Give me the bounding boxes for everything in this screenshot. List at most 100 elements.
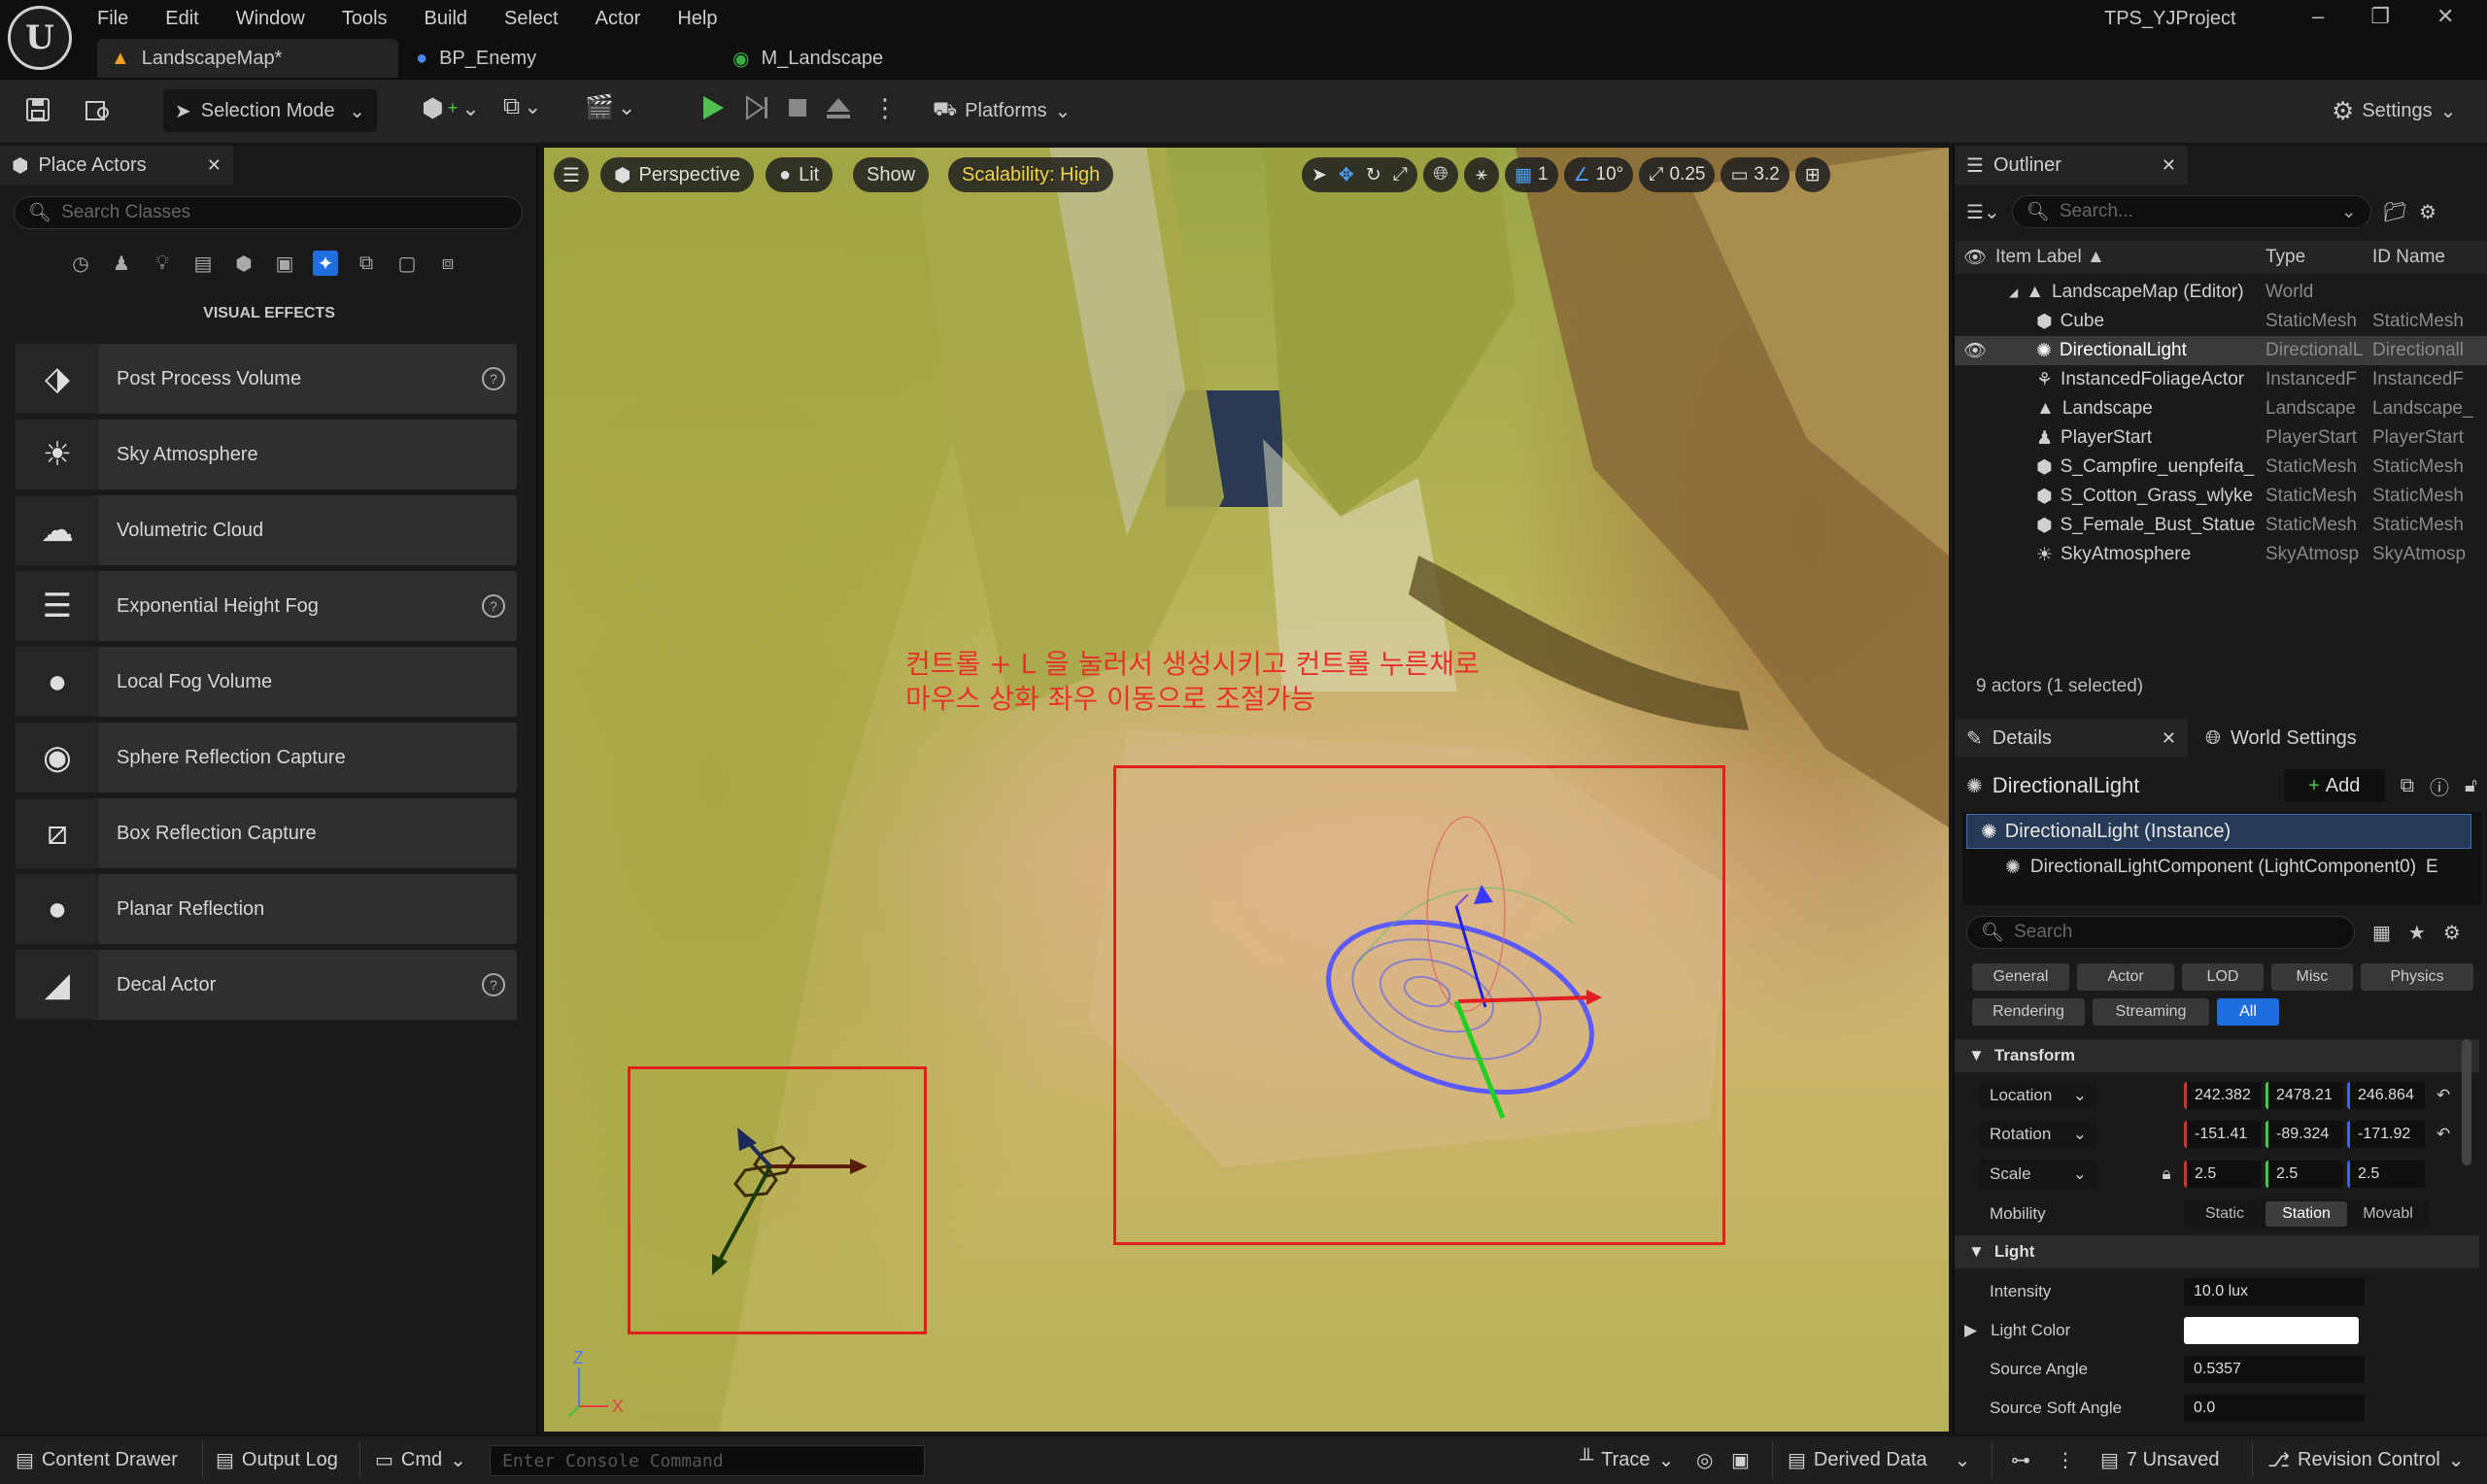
all-classes-icon[interactable]: ▢: [394, 251, 420, 276]
world-local-icon[interactable]: 🌐︎: [1422, 157, 1458, 192]
outliner-row[interactable]: ⚘ InstancedFoliageActor InstancedF Instance…: [1955, 365, 2487, 394]
blueprint-icon[interactable]: ⧉: [2401, 775, 2414, 797]
light-color-swatch[interactable]: [2184, 1317, 2359, 1344]
shapes-icon[interactable]: ⬢: [231, 251, 256, 276]
translate-gizmo[interactable]: [630, 1069, 930, 1337]
scale-y-field[interactable]: 2.5: [2266, 1161, 2343, 1188]
section-transform[interactable]: ▼ Transform: [1955, 1039, 2479, 1072]
outliner-row[interactable]: ♟ PlayerStart PlayerStart PlayerStart: [1955, 423, 2487, 453]
tab-outliner[interactable]: ☰ Outliner ✕: [1955, 146, 2188, 185]
outliner-row[interactable]: ☀ SkyAtmosphere SkyAtmosp SkyAtmosp: [1955, 540, 2487, 569]
lock-icon[interactable]: 🔒︎: [2149, 1164, 2184, 1184]
filter-actor[interactable]: Actor: [2077, 963, 2174, 991]
derived-data-dropdown[interactable]: ▤ Derived Data ⌄: [1788, 1435, 1970, 1484]
help-icon[interactable]: ?: [482, 594, 505, 618]
cinematics-icon[interactable]: 🎬 ⌄: [585, 93, 635, 121]
level-viewport[interactable]: ☰ ⬢ Perspective ● Lit Show Scalability: …: [544, 148, 1949, 1432]
directional-light-gizmo[interactable]: [1116, 768, 1728, 1248]
more-options-icon[interactable]: ⋮: [2056, 1435, 2075, 1484]
col-item-label[interactable]: Item Label ▲: [1995, 247, 2266, 268]
rotation-snap-toggle[interactable]: ∠ 10°: [1563, 157, 1634, 192]
record-icon[interactable]: ◎: [1696, 1435, 1713, 1484]
platforms-dropdown[interactable]: ⛟ Platforms ⌄: [933, 89, 1071, 132]
outliner-row[interactable]: ⬢ Cube StaticMesh StaticMesh: [1955, 307, 2487, 336]
mobility-static[interactable]: Static: [2184, 1205, 2266, 1223]
filter-lod[interactable]: LOD: [2182, 963, 2264, 991]
menu-select[interactable]: Select: [504, 4, 559, 30]
screenshot-icon[interactable]: ▣: [1731, 1435, 1750, 1484]
close-icon[interactable]: ✕: [207, 155, 221, 176]
recent-icon[interactable]: ◷: [68, 251, 93, 276]
tab-bp-enemy[interactable]: ● BP_Enemy: [402, 39, 713, 78]
source-control-icon[interactable]: ⊶: [2011, 1435, 2030, 1484]
filter-rendering[interactable]: Rendering: [1972, 998, 2085, 1026]
reset-icon[interactable]: ↶: [2436, 1125, 2450, 1144]
actor-sphere-reflection-capture[interactable]: ◉ Sphere Reflection Capture: [16, 723, 517, 793]
mobility-movable[interactable]: Movabl: [2347, 1205, 2429, 1223]
close-icon[interactable]: ✕: [2162, 728, 2176, 749]
location-z-field[interactable]: 246.864: [2347, 1082, 2425, 1109]
menu-tools[interactable]: Tools: [342, 4, 388, 30]
location-x-field[interactable]: 242.382: [2184, 1082, 2262, 1109]
perspective-button[interactable]: ⬢ Perspective: [600, 157, 754, 192]
actor-post-process-volume[interactable]: ⬗ Post Process Volume ?: [16, 344, 517, 414]
menu-file[interactable]: File: [97, 4, 128, 30]
scale-tool-icon[interactable]: ⤢: [1393, 164, 1408, 186]
rotation-x-field[interactable]: -151.41: [2184, 1121, 2262, 1148]
actor-sky-atmosphere[interactable]: ☀ Sky Atmosphere: [16, 420, 517, 489]
chevron-down-icon[interactable]: ◢: [2009, 286, 2018, 299]
revision-control-dropdown[interactable]: ⎇ Revision Control ⌄: [2267, 1435, 2465, 1484]
more-options-icon[interactable]: ⋮: [872, 93, 898, 123]
chevron-right-icon[interactable]: ▶: [1964, 1321, 1977, 1340]
tab-place-actors[interactable]: ⬢ Place Actors ✕: [0, 146, 233, 185]
source-soft-angle-field[interactable]: 0.0: [2184, 1395, 2365, 1422]
rotation-y-field[interactable]: -89.324: [2266, 1121, 2343, 1148]
unsaved-button[interactable]: ▤ 7 Unsaved: [2100, 1435, 2220, 1484]
rotation-dropdown[interactable]: Rotation ⌄: [1980, 1120, 2096, 1149]
component-directional-light[interactable]: ✺ DirectionalLightComponent (LightCompon…: [2005, 851, 2438, 884]
gear-icon[interactable]: ⚙: [2419, 200, 2436, 224]
actor-volumetric-cloud[interactable]: ☁ Volumetric Cloud: [16, 495, 517, 565]
step-icon[interactable]: [742, 93, 771, 122]
select-tool-icon[interactable]: ➤: [1312, 164, 1327, 186]
tab-m-landscape[interactable]: ◉ M_Landscape: [719, 39, 1030, 78]
rotation-z-field[interactable]: -171.92: [2347, 1121, 2425, 1148]
visibility-eye-icon[interactable]: 👁︎: [1955, 339, 1995, 362]
blueprint-menu-icon[interactable]: ⧉ ⌄: [503, 93, 542, 120]
lock-icon[interactable]: 🔓︎: [2465, 775, 2477, 797]
selection-mode-dropdown[interactable]: ➤ Selection Mode ⌄: [163, 89, 377, 132]
add-folder-icon[interactable]: 📁︎: [2383, 200, 2407, 224]
surface-snap-icon[interactable]: ⚹: [1463, 157, 1499, 192]
outliner-row[interactable]: ▲ Landscape Landscape Landscape_: [1955, 394, 2487, 423]
col-id-name[interactable]: ID Name: [2372, 247, 2479, 268]
actor-decal-actor[interactable]: ◢ Decal Actor ?: [16, 950, 517, 1020]
cmd-dropdown[interactable]: ▭ Cmd ⌄: [375, 1435, 466, 1484]
stop-icon[interactable]: [783, 93, 812, 122]
filter-general[interactable]: General: [1972, 963, 2069, 991]
tab-landscapemap[interactable]: ▲ LandscapeMap*: [97, 39, 398, 78]
cinematic-icon[interactable]: ▤: [190, 251, 216, 276]
filter-icon[interactable]: ☰⌄: [1966, 200, 2000, 224]
visual-effects-icon[interactable]: ✦: [313, 251, 338, 276]
console-command-input[interactable]: Enter Console Command: [490, 1445, 925, 1476]
camera-speed-button[interactable]: ▭ 3.2: [1720, 157, 1789, 192]
scale-snap-toggle[interactable]: ⤢ 0.25: [1639, 157, 1716, 192]
table-view-icon[interactable]: ▦: [2372, 921, 2391, 945]
component-instance[interactable]: ✺ DirectionalLight (Instance): [1966, 814, 2471, 849]
filter-all[interactable]: All: [2217, 998, 2279, 1026]
source-angle-field[interactable]: 0.5357: [2184, 1356, 2365, 1383]
help-icon[interactable]: ?: [482, 367, 505, 390]
help-icon[interactable]: ⓘ: [2430, 772, 2449, 800]
outliner-row[interactable]: ◢ ▲ LandscapeMap (Editor) World: [1955, 278, 2487, 307]
lights-icon[interactable]: 💡︎: [150, 251, 175, 276]
details-scrollbar[interactable]: [2462, 1039, 2471, 1165]
actor-box-reflection-capture[interactable]: ⧄ Box Reflection Capture: [16, 798, 517, 868]
filter-physics[interactable]: Physics: [2361, 963, 2473, 991]
browse-icon[interactable]: [84, 95, 113, 124]
scalability-button[interactable]: Scalability: High: [948, 157, 1114, 192]
actor-local-fog-volume[interactable]: ● Local Fog Volume: [16, 647, 517, 717]
menu-actor[interactable]: Actor: [596, 4, 641, 30]
scale-x-field[interactable]: 2.5: [2184, 1161, 2262, 1188]
viewport-menu-button[interactable]: ☰: [554, 157, 589, 192]
play-icon[interactable]: [698, 93, 727, 122]
